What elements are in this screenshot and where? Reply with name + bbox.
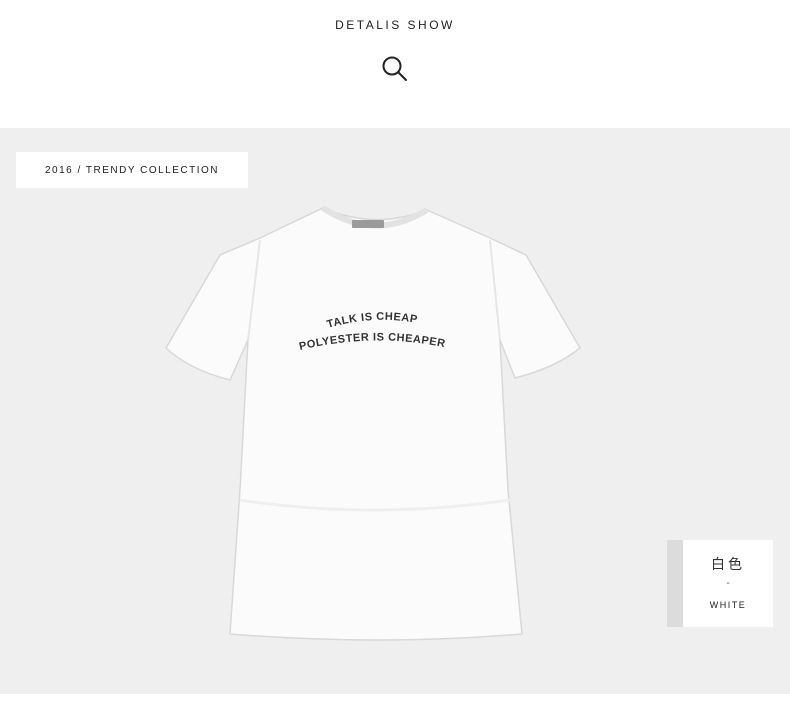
color-name-en: WHITE: [709, 600, 747, 610]
product-image-panel: 2016 / TRENDY COLLECTION TALK IS CHEAP P…: [0, 128, 790, 694]
section-title: DETALIS SHOW: [335, 18, 455, 32]
tshirt-image: TALK IS CHEAP POLYESTER IS CHEAPER: [165, 205, 581, 641]
color-separator: -: [726, 578, 730, 589]
color-name-cn: 白色: [711, 557, 745, 573]
color-swatch-card[interactable]: 白色 - WHITE: [667, 540, 773, 627]
collection-tag: 2016 / TRENDY COLLECTION: [16, 152, 248, 188]
search-icon[interactable]: [380, 54, 410, 84]
color-swatch: [667, 540, 683, 627]
